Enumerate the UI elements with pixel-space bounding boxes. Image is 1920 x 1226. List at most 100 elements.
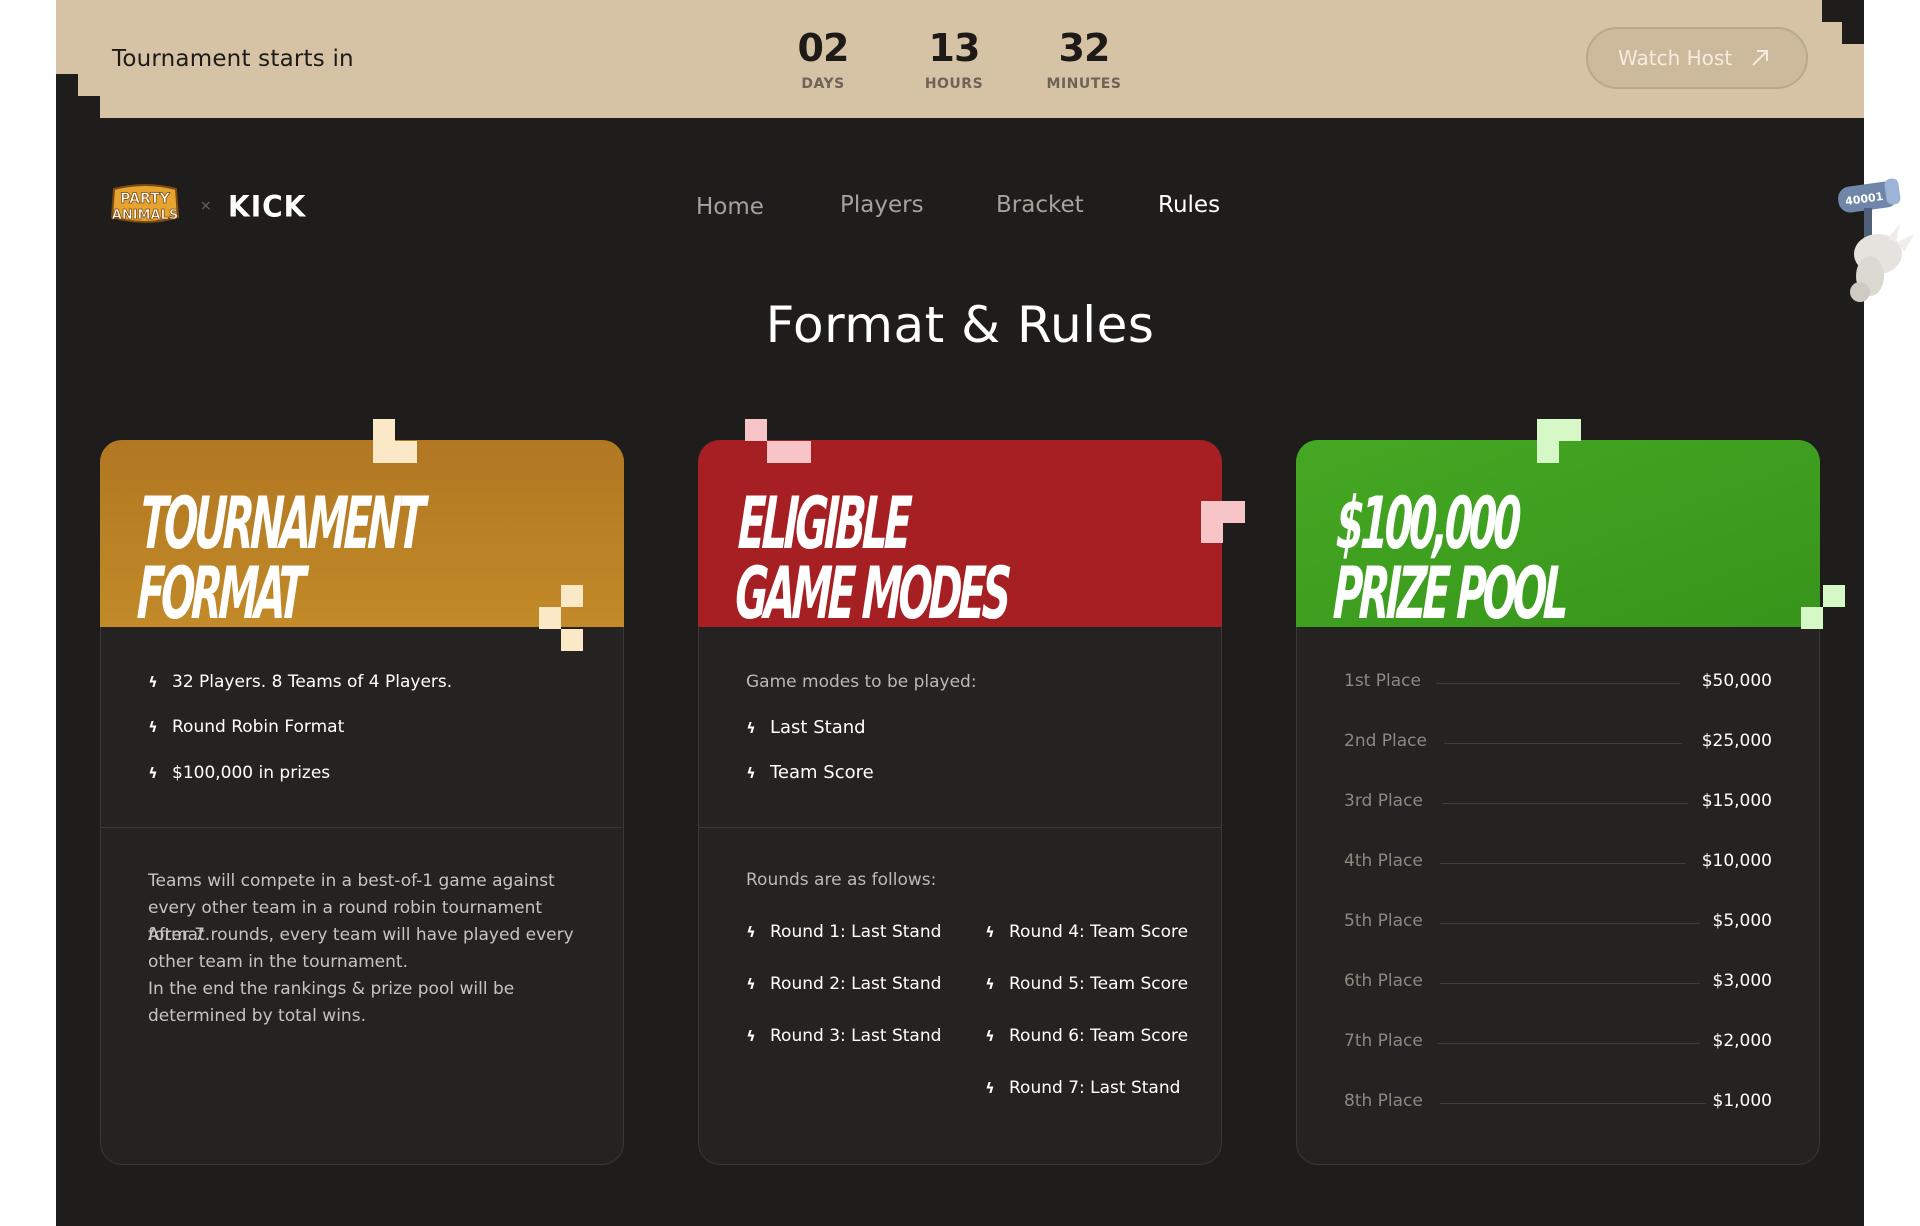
place-label: 4th Place — [1344, 851, 1423, 871]
logo-separator: × — [200, 198, 212, 214]
round-item: ϟ Round 5: Team Score — [985, 974, 1189, 994]
pixel-decoration — [539, 607, 561, 629]
bolt-icon: ϟ — [746, 925, 756, 941]
round-item: ϟ Round 3: Last Stand — [746, 1026, 942, 1046]
pixel-decoration — [767, 441, 811, 463]
card-header: ELIGIBLE GAME MODES — [698, 440, 1222, 627]
bolt-icon: ϟ — [746, 977, 756, 993]
nav-home[interactable]: Home — [696, 194, 764, 220]
countdown-label: Tournament starts in — [112, 46, 354, 72]
prize-row-line — [1440, 1103, 1706, 1104]
round-item: ϟ Round 7: Last Stand — [985, 1078, 1181, 1098]
nav-bracket[interactable]: Bracket — [996, 192, 1084, 218]
card-title: TOURNAMENT FORMAT — [135, 481, 424, 627]
format-bullet: ϟ $100,000 in prizes — [148, 763, 331, 783]
pixel-decoration — [373, 419, 395, 441]
prize-row-line — [1444, 743, 1682, 744]
bolt-icon: ϟ — [746, 720, 756, 737]
bolt-icon: ϟ — [148, 720, 158, 736]
place-label: 7th Place — [1344, 1031, 1423, 1051]
days-value: 02 — [797, 26, 850, 70]
card-title: $100,000 PRIZE POOL — [1331, 481, 1568, 627]
place-label: 2nd Place — [1344, 731, 1427, 751]
prize-row: 6th Place $3,000 — [1344, 971, 1772, 995]
countdown-banner: Tournament starts in 02 DAYS 13 HOURS 32… — [56, 0, 1864, 118]
prize-amount: $25,000 — [1701, 731, 1772, 751]
divider — [101, 827, 623, 828]
pixel-decoration — [1201, 501, 1223, 543]
bolt-icon: ϟ — [148, 766, 158, 782]
bolt-icon: ϟ — [985, 925, 995, 941]
bolt-icon: ϟ — [985, 977, 995, 993]
countdown-minutes: 32 MINUTES — [1039, 24, 1129, 92]
prize-row-line — [1436, 683, 1680, 684]
pixel-decoration — [1842, 0, 1864, 22]
pixel-decoration — [78, 96, 100, 118]
format-paragraph: In the end the rankings & prize pool wil… — [148, 979, 515, 1026]
bolt-icon: ϟ — [746, 1029, 756, 1045]
pixel-decoration — [1537, 419, 1581, 441]
place-label: 8th Place — [1344, 1091, 1423, 1111]
page: Tournament starts in 02 DAYS 13 HOURS 32… — [56, 0, 1864, 1226]
days-label: DAYS — [801, 76, 845, 92]
place-label: 1st Place — [1344, 671, 1421, 691]
logo-text-animals: ANIMALS — [112, 208, 178, 223]
rounds-intro: Rounds are as follows: — [746, 870, 937, 890]
pixel-decoration — [1223, 501, 1245, 523]
round-item: ϟ Round 6: Team Score — [985, 1026, 1189, 1046]
pixel-decoration — [1537, 441, 1559, 463]
external-arrow-icon — [1752, 50, 1768, 66]
prize-pool-card: $100,000 PRIZE POOL 1st Place $50,000 2n… — [1296, 419, 1845, 1165]
divider — [699, 827, 1221, 828]
pixel-decoration — [373, 441, 395, 463]
countdown-hours: 13 HOURS — [909, 24, 999, 92]
prize-row-line — [1442, 803, 1688, 804]
kick-logo[interactable]: KICK — [228, 189, 306, 224]
hours-label: HOURS — [924, 76, 984, 92]
card-header: TOURNAMENT FORMAT — [100, 440, 624, 627]
prize-row-line — [1440, 863, 1686, 864]
card-title: ELIGIBLE GAME MODES — [733, 481, 1010, 627]
hours-value: 13 — [928, 26, 981, 70]
hammer-creature-mascot[interactable]: 40001 — [1830, 176, 1920, 306]
format-bullet: ϟ Round Robin Format — [148, 717, 345, 737]
minutes-value: 32 — [1058, 26, 1111, 70]
prize-row: 1st Place $50,000 — [1344, 671, 1772, 695]
pixel-decoration — [1822, 0, 1842, 22]
tournament-format-card: TOURNAMENT FORMAT ϟ 32 Players. 8 Teams o… — [100, 419, 624, 1165]
prize-amount: $2,000 — [1712, 1031, 1772, 1051]
game-modes-card: ELIGIBLE GAME MODES Game modes to be pla… — [698, 419, 1245, 1165]
prize-row: 4th Place $10,000 — [1344, 851, 1772, 875]
place-label: 3rd Place — [1344, 791, 1423, 811]
pixel-decoration — [1801, 607, 1823, 629]
pixel-decoration — [56, 74, 78, 96]
prize-row-line — [1440, 923, 1700, 924]
prize-amount: $1,000 — [1712, 1091, 1772, 1111]
nav-rules[interactable]: Rules — [1158, 192, 1220, 218]
prize-amount: $10,000 — [1701, 851, 1772, 871]
bolt-icon: ϟ — [148, 675, 158, 691]
watch-host-button[interactable]: Watch Host — [1586, 27, 1808, 89]
pixel-decoration — [1842, 22, 1864, 44]
countdown-days: 02 DAYS — [778, 24, 868, 92]
nav-players[interactable]: Players — [840, 192, 924, 218]
minutes-label: MINUTES — [1046, 76, 1122, 92]
prize-row: 2nd Place $25,000 — [1344, 731, 1772, 755]
pixel-decoration — [1823, 585, 1845, 607]
card-header: $100,000 PRIZE POOL — [1296, 440, 1820, 627]
prize-amount: $5,000 — [1712, 911, 1772, 931]
format-paragraph: After 7 rounds, every team will have pla… — [148, 925, 574, 972]
round-item: ϟ Round 2: Last Stand — [746, 974, 942, 994]
place-label: 6th Place — [1344, 971, 1423, 991]
watch-host-label: Watch Host — [1618, 46, 1733, 70]
logo-text-party: PARTY — [120, 191, 171, 207]
round-item: ϟ Round 4: Team Score — [985, 922, 1189, 942]
bolt-icon: ϟ — [985, 1029, 995, 1045]
bolt-icon: ϟ — [985, 1081, 995, 1097]
format-bullet: ϟ 32 Players. 8 Teams of 4 Players. — [148, 672, 453, 692]
party-animals-logo[interactable]: PARTY ANIMALS — [110, 183, 180, 227]
prize-row: 5th Place $5,000 — [1344, 911, 1772, 935]
pixel-decoration — [561, 585, 583, 607]
prize-row-line — [1438, 1043, 1700, 1044]
round-item: ϟ Round 1: Last Stand — [746, 922, 942, 942]
